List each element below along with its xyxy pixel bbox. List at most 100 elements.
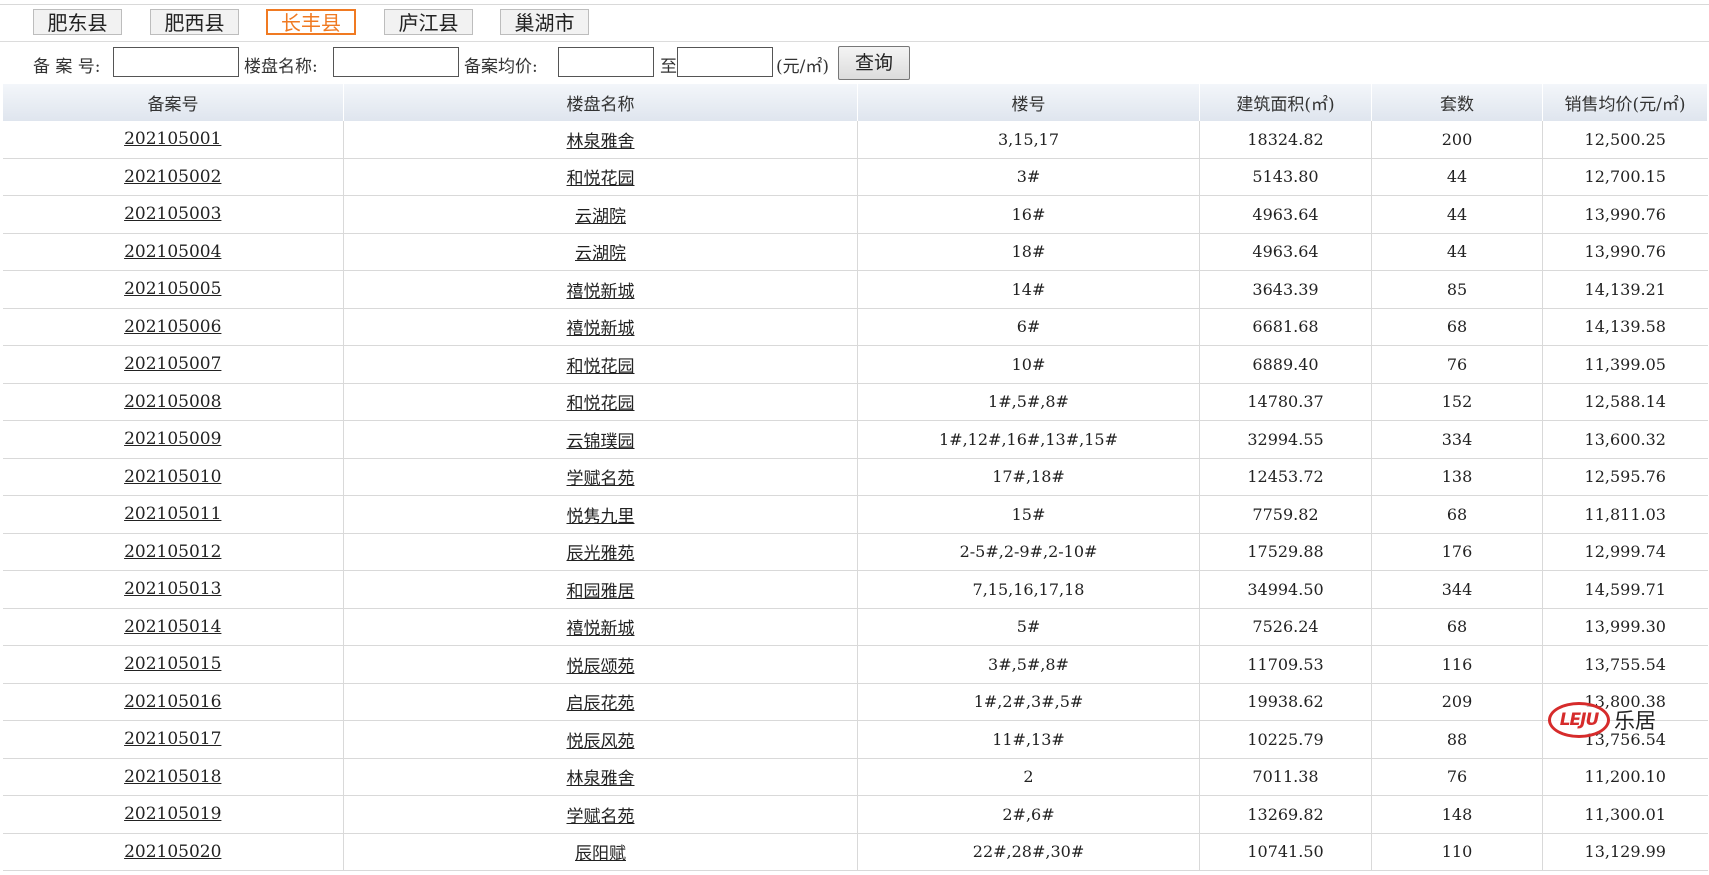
cell-project-name: 禧悦新城 [343,608,858,646]
record-no-link[interactable]: 202105009 [124,429,221,449]
tab-lujiang[interactable]: 庐江县 [384,9,473,35]
top-border [0,0,1709,5]
record-no-link[interactable]: 202105003 [124,204,221,224]
cell-floor-area: 17529.88 [1199,533,1372,571]
cell-record-no: 202105020 [2,833,344,871]
project-name-link[interactable]: 禧悦新城 [567,319,635,339]
cell-unit-count: 76 [1371,345,1543,384]
record-no-link[interactable]: 202105010 [124,467,221,487]
cell-avg-price: 13,999.30 [1542,608,1708,646]
cell-avg-price: 12,588.14 [1542,383,1708,421]
project-name-link[interactable]: 学赋名苑 [567,469,635,489]
project-name-link[interactable]: 云锦璞园 [567,432,635,452]
record-no-link[interactable]: 202105001 [124,129,221,149]
cell-record-no: 202105011 [2,495,344,534]
project-name-link[interactable]: 云湖院 [575,244,626,264]
project-name-link[interactable]: 悦辰风苑 [567,732,635,752]
table-row: 202105005 禧悦新城 14# 3643.39 85 14,139.21 [2,270,1708,309]
header-building-no: 楼号 [857,84,1200,121]
cell-project-name: 和悦花园 [343,345,858,384]
project-name-label: 楼盘名称: [244,57,318,77]
record-no-link[interactable]: 202105017 [124,729,221,749]
cell-unit-count: 44 [1371,158,1543,196]
price-to-input[interactable] [677,47,773,77]
cell-avg-price: 13,990.76 [1542,233,1708,271]
project-name-link[interactable]: 辰阳赋 [575,844,626,864]
project-name-link[interactable]: 林泉雅舍 [567,132,635,152]
cell-floor-area: 18324.82 [1199,121,1372,159]
project-name-link[interactable]: 启辰花苑 [567,694,635,714]
cell-record-no: 202105005 [2,270,344,309]
tab-feidong[interactable]: 肥东县 [33,9,122,35]
cell-building-no: 18# [857,233,1200,271]
cell-project-name: 启辰花苑 [343,683,858,721]
cell-avg-price: 13,990.76 [1542,195,1708,234]
record-no-link[interactable]: 202105020 [124,842,221,862]
cell-building-no: 1#,2#,3#,5# [857,683,1200,721]
tab-chaohu[interactable]: 巢湖市 [500,9,589,35]
project-name-link[interactable]: 禧悦新城 [567,619,635,639]
record-no-link[interactable]: 202105012 [124,542,221,562]
cell-avg-price: 14,139.21 [1542,270,1708,309]
record-no-link[interactable]: 202105011 [124,504,221,524]
cell-unit-count: 200 [1371,121,1543,159]
cell-unit-count: 110 [1371,833,1543,871]
query-button[interactable]: 查询 [838,46,910,80]
record-no-link[interactable]: 202105008 [124,392,221,412]
price-from-input[interactable] [558,47,654,77]
cell-project-name: 学赋名苑 [343,795,858,834]
record-no-link[interactable]: 202105007 [124,354,221,374]
project-name-link[interactable]: 和悦花园 [567,357,635,377]
cell-floor-area: 3643.39 [1199,270,1372,309]
tab-feixi[interactable]: 肥西县 [150,9,239,35]
cell-building-no: 10# [857,345,1200,384]
project-name-link[interactable]: 悦隽九里 [567,507,635,527]
record-no-link[interactable]: 202105019 [124,804,221,824]
project-name-link[interactable]: 禧悦新城 [567,282,635,302]
project-name-link[interactable]: 和悦花园 [567,169,635,189]
record-no-link[interactable]: 202105006 [124,317,221,337]
cell-building-no: 3,15,17 [857,121,1200,159]
project-name-link[interactable]: 和园雅居 [567,582,635,602]
cell-unit-count: 209 [1371,683,1543,721]
project-name-link[interactable]: 学赋名苑 [567,807,635,827]
cell-unit-count: 152 [1371,383,1543,421]
cell-floor-area: 34994.50 [1199,570,1372,609]
cell-record-no: 202105015 [2,645,344,684]
table-row: 202105010 学赋名苑 17#,18# 12453.72 138 12,595.76 [2,458,1708,496]
cell-floor-area: 4963.64 [1199,195,1372,234]
tab-changfeng[interactable]: 长丰县 [266,9,356,35]
cell-floor-area: 5143.80 [1199,158,1372,196]
record-no-link[interactable]: 202105015 [124,654,221,674]
cell-avg-price: 11,200.10 [1542,758,1708,796]
cell-avg-price: 11,300.01 [1542,795,1708,834]
record-no-link[interactable]: 202105018 [124,767,221,787]
cell-record-no: 202105018 [2,758,344,796]
cell-building-no: 5# [857,608,1200,646]
project-name-link[interactable]: 悦辰颂苑 [567,657,635,677]
record-no-link[interactable]: 202105004 [124,242,221,262]
project-name-input[interactable] [333,47,459,77]
cell-unit-count: 88 [1371,720,1543,759]
cell-project-name: 悦隽九里 [343,495,858,534]
cell-project-name: 和悦花园 [343,383,858,421]
record-no-input[interactable] [113,47,239,77]
project-name-link[interactable]: 辰光雅苑 [567,544,635,564]
table-row: 202105003 云湖院 16# 4963.64 44 13,990.76 [2,195,1708,234]
record-no-link[interactable]: 202105014 [124,617,221,637]
record-no-link[interactable]: 202105016 [124,692,221,712]
cell-avg-price: 13,600.32 [1542,420,1708,459]
cell-floor-area: 6889.40 [1199,345,1372,384]
cell-record-no: 202105012 [2,533,344,571]
project-name-link[interactable]: 林泉雅舍 [567,769,635,789]
presale-table: 备案号 楼盘名称 楼号 建筑面积(㎡) 套数 销售均价(元/㎡) 2021050… [2,84,1708,871]
cell-building-no: 15# [857,495,1200,534]
cell-floor-area: 4963.64 [1199,233,1372,271]
project-name-link[interactable]: 和悦花园 [567,394,635,414]
project-name-link[interactable]: 云湖院 [575,207,626,227]
cell-project-name: 云湖院 [343,233,858,271]
record-no-link[interactable]: 202105005 [124,279,221,299]
cell-project-name: 禧悦新城 [343,270,858,309]
record-no-link[interactable]: 202105002 [124,167,221,187]
record-no-link[interactable]: 202105013 [124,579,221,599]
